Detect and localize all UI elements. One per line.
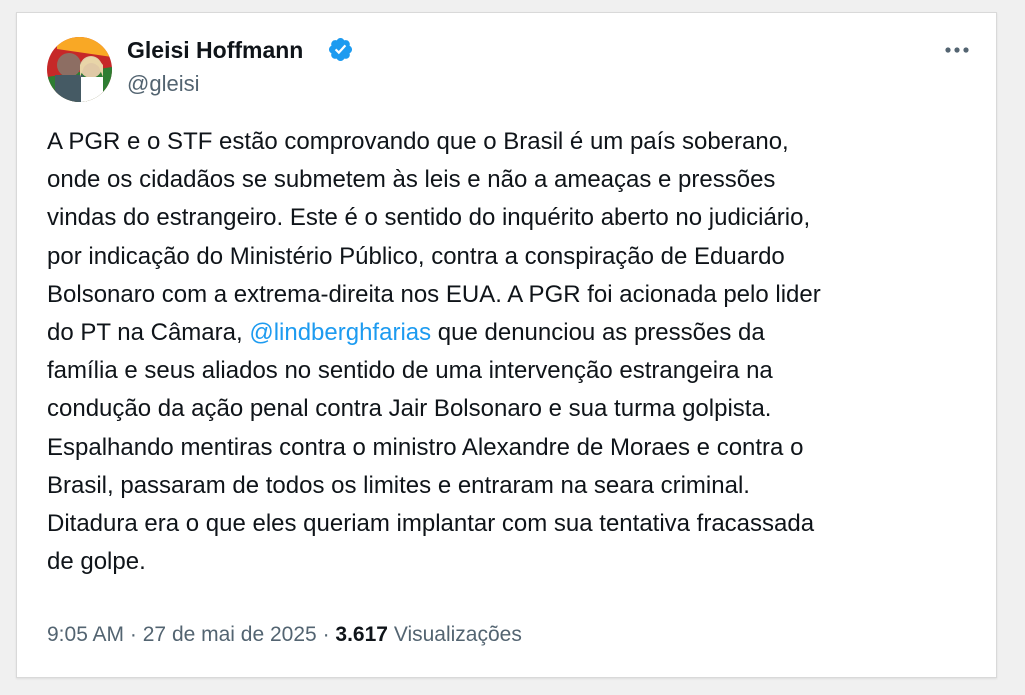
tweet-line: vindas do estrangeiro. Este é o sentido … — [47, 204, 811, 232]
tweet-text-segment: que denunciou as pressões da — [431, 319, 765, 347]
views-label: Visualizações — [393, 623, 522, 646]
mention-link[interactable]: @lindberghfarias — [249, 319, 431, 346]
tweet-line: de golpe. — [47, 548, 146, 576]
profile-photo — [47, 37, 112, 102]
meta-separator: · — [129, 623, 137, 646]
tweet-line: Bolsonaro com a extrema-direita nos EUA.… — [47, 280, 821, 308]
more-options-button[interactable] — [939, 35, 975, 65]
meta-separator: · — [322, 623, 330, 646]
views-count: 3.617 — [335, 623, 388, 646]
tweet-meta: 9:05 AM · 27 de mai de 2025 · 3.617 Visu… — [47, 623, 522, 647]
tweet-line: Brasil, passaram de todos os limites e e… — [47, 471, 750, 499]
tweet-text: A PGR e o STF estão comprovando que o Br… — [47, 123, 987, 581]
tweet-time[interactable]: 9:05 AM — [47, 623, 124, 646]
tweet-line: Espalhando mentiras contra o ministro Al… — [47, 433, 804, 461]
tweet-line: Ditadura era o que eles queriam implanta… — [47, 510, 815, 538]
tweet-line: família e seus aliados no sentido de uma… — [47, 357, 773, 385]
author-avatar[interactable] — [47, 37, 112, 102]
author-name[interactable]: Gleisi Hoffmann — [127, 37, 303, 64]
tweet-date[interactable]: 27 de mai de 2025 — [143, 623, 317, 646]
verified-badge-icon — [327, 36, 354, 63]
tweet-line: por indicação do Ministério Público, con… — [47, 242, 785, 270]
tweet-line-with-mention: do PT na Câmara, @lindberghfarias que de… — [47, 314, 987, 352]
tweet-text-segment: do PT na Câmara, — [47, 319, 250, 347]
tweet-line: condução da ação penal contra Jair Bolso… — [47, 395, 772, 423]
author-handle[interactable]: @gleisi — [127, 71, 199, 97]
tweet-card: Gleisi Hoffmann @gleisi A PGR e o STF es… — [16, 12, 997, 678]
tweet-line: A PGR e o STF estão comprovando que o Br… — [47, 128, 789, 155]
more-horizontal-icon — [945, 47, 969, 53]
tweet-line: onde os cidadãos se submetem às leis e n… — [47, 166, 776, 194]
